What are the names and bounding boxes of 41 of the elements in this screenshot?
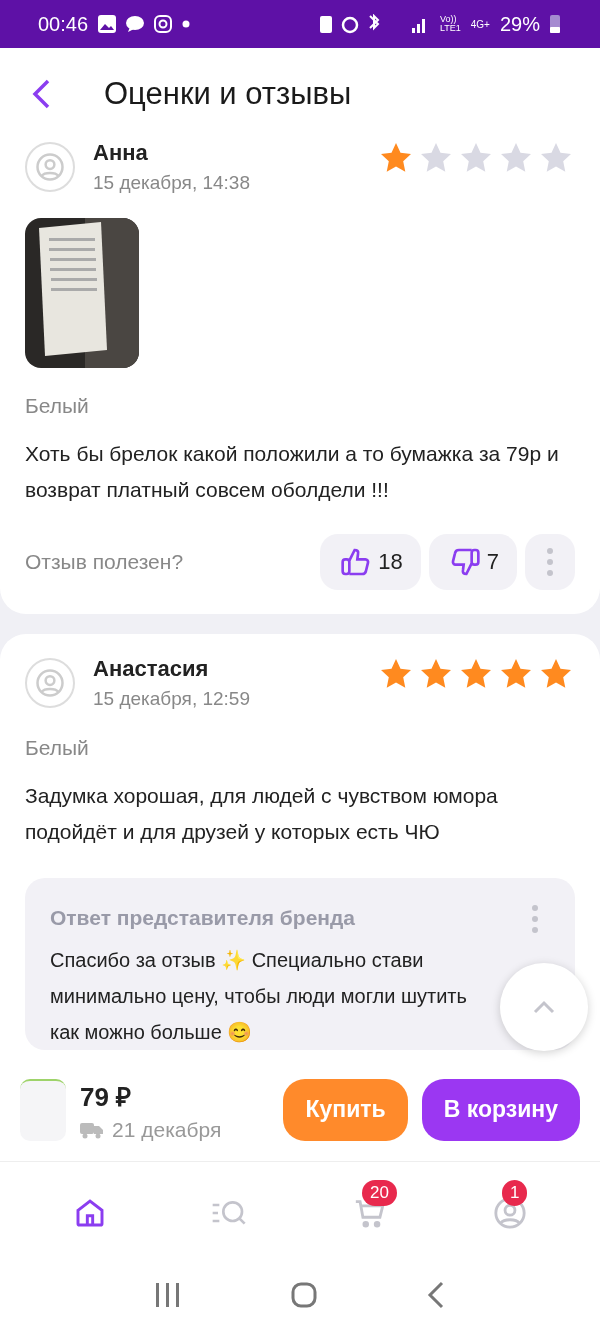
avatar-icon [25, 658, 75, 708]
home-icon [74, 1197, 106, 1229]
count-badge: 20 [362, 1179, 397, 1206]
gallery-icon [98, 15, 117, 33]
page-title: Оценки и отзывы [104, 76, 352, 112]
profile-icon [493, 1196, 527, 1230]
reply-text: Спасибо за отзыв ✨ Специально стави минимально цену, чтобы люди могли шутить как можно больше 😊 [50, 948, 468, 1045]
camera-icon [154, 15, 173, 33]
delivery-date: 21 декабря [112, 1117, 222, 1142]
network-label: 4G+ [470, 18, 490, 30]
count-badge: 1 [502, 1179, 528, 1206]
nav-tab[interactable]: 20 [328, 1179, 412, 1240]
network-label: Vo)) LTE1 [439, 15, 461, 33]
status-time: 00:46 [38, 12, 89, 36]
nav-tab[interactable]: 1 [468, 1179, 552, 1240]
battery-icon [550, 15, 560, 33]
home-button-icon[interactable] [291, 1281, 317, 1308]
like-button[interactable]: 18 [320, 534, 421, 590]
recent-apps-icon[interactable] [155, 1282, 181, 1307]
battery-level: 29% [499, 12, 540, 36]
review-text: Задумка хорошая, для людей с чувством юмора подойдёт и для друзей у которых есть ЧЮ [25, 783, 499, 845]
helpful-label: Отзыв полезен? [25, 550, 185, 574]
dislike-button[interactable]: 7 [428, 534, 517, 590]
add-to-cart-button[interactable]: В корзину [421, 1078, 580, 1141]
review-date: 15 декабря, 14:38 [93, 172, 250, 194]
truck-icon [80, 1120, 104, 1139]
dot-icon [182, 20, 191, 28]
avatar-icon [25, 142, 75, 192]
chat-icon [126, 16, 145, 32]
variant-label: Белый [25, 394, 90, 418]
reply-title: Ответ представителя бренда [50, 906, 357, 930]
more-icon [547, 547, 553, 577]
back-icon[interactable] [427, 1280, 445, 1309]
author-name: Анастасия [93, 656, 210, 682]
product-thumbnail [20, 1078, 66, 1141]
variant-label: Белый [25, 736, 90, 760]
chevron-up-icon [533, 1000, 555, 1014]
review-date: 15 декабря, 12:59 [93, 688, 250, 710]
product-price: 79 ₽ [80, 1080, 133, 1114]
author-name: Анна [93, 140, 149, 166]
review-text: Хоть бы брелок какой положили а то бумажка за 79р и возврат платный совсем оболдели !!! [25, 441, 560, 503]
